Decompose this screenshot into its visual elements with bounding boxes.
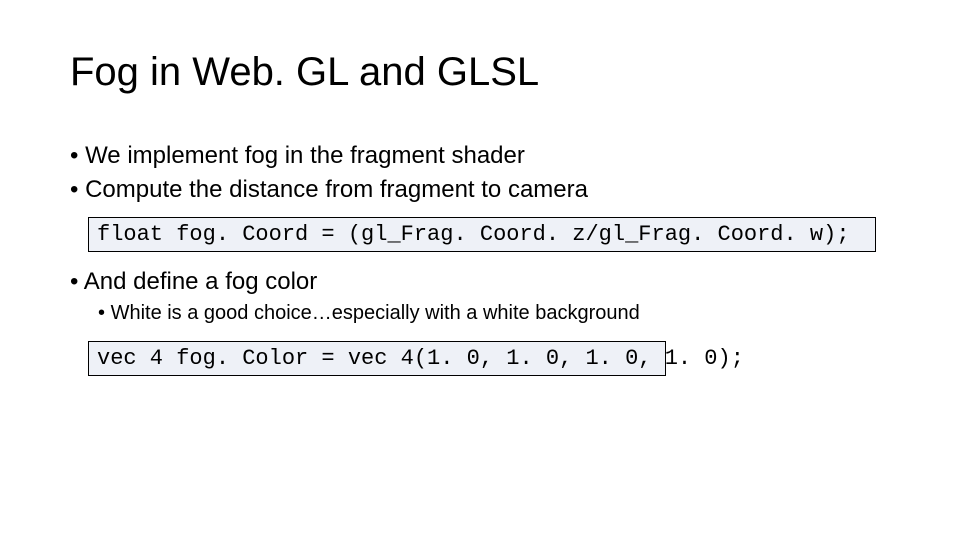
bullet-implement-fog: We implement fog in the fragment shader: [70, 140, 890, 172]
slide: Fog in Web. GL and GLSL We implement fog…: [0, 0, 960, 540]
slide-body: We implement fog in the fragment shader …: [70, 140, 890, 390]
bullet-define-fog-color: And define a fog color: [70, 266, 890, 298]
bullet-white-choice: White is a good choice…especially with a…: [98, 300, 890, 327]
code-fog-coord: float fog. Coord = (gl_Frag. Coord. z/gl…: [88, 217, 876, 252]
bullet-compute-distance: Compute the distance from fragment to ca…: [70, 174, 890, 206]
slide-title: Fog in Web. GL and GLSL: [70, 50, 539, 95]
code-fog-color: vec 4 fog. Color = vec 4(1. 0, 1. 0, 1. …: [88, 341, 666, 376]
